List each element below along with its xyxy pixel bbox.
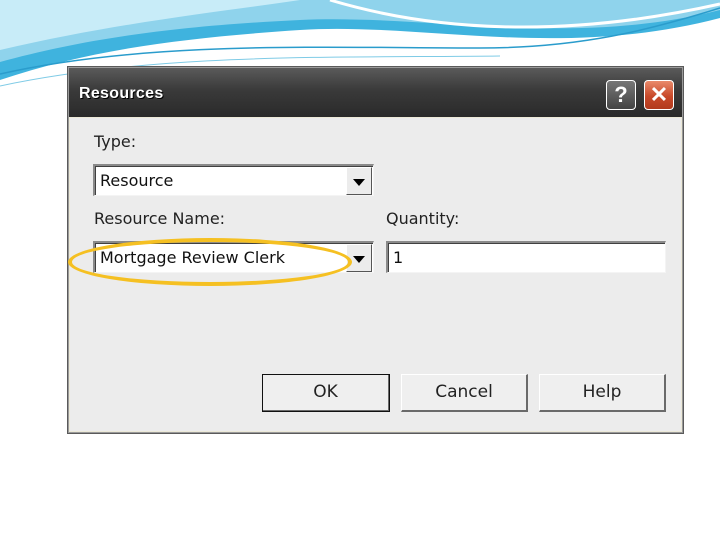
close-icon[interactable]: ✕ — [644, 80, 674, 110]
type-value: Resource — [100, 171, 174, 190]
dialog-client-area: Type: Resource Resource Name: Mortgage R… — [70, 118, 681, 431]
type-dropdown[interactable]: Resource — [93, 164, 374, 196]
dialog-titlebar[interactable]: Resources ? ✕ — [69, 68, 682, 117]
type-label: Type: — [94, 132, 137, 151]
resource-name-dropdown[interactable]: Mortgage Review Clerk — [93, 241, 374, 273]
quantity-value: 1 — [393, 248, 404, 267]
dropdown-arrow-icon[interactable] — [346, 244, 372, 272]
cancel-button[interactable]: Cancel — [401, 374, 528, 412]
dialog-title: Resources — [79, 85, 164, 102]
resource-name-value: Mortgage Review Clerk — [100, 248, 285, 267]
quantity-input[interactable]: 1 — [386, 241, 666, 273]
ok-button[interactable]: OK — [262, 374, 390, 412]
dropdown-arrow-icon[interactable] — [346, 167, 372, 195]
quantity-label: Quantity: — [386, 209, 460, 228]
resources-dialog: Resources ? ✕ Type: Resource Resource Na… — [67, 66, 684, 434]
help-icon[interactable]: ? — [606, 80, 636, 110]
help-button[interactable]: Help — [539, 374, 666, 412]
resource-name-label: Resource Name: — [94, 209, 226, 228]
